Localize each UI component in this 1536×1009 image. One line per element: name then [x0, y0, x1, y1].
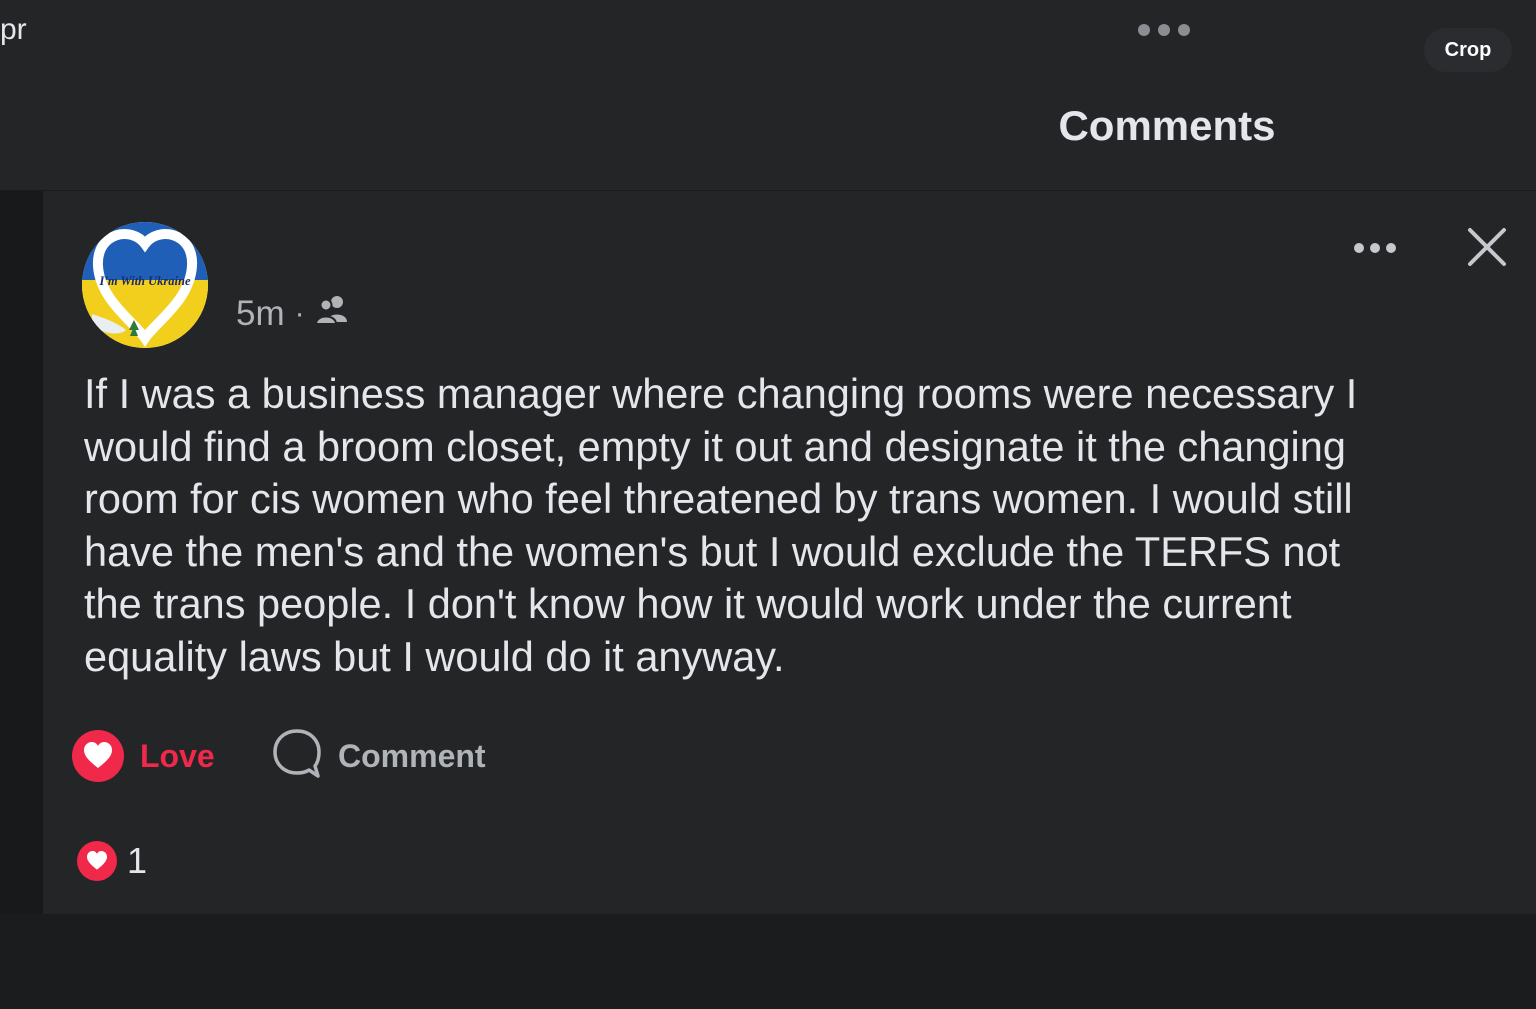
- ukraine-heart-avatar-icon: I'm With Ukraine: [82, 222, 208, 348]
- reaction-summary[interactable]: 1: [77, 840, 147, 882]
- post-body-text: If I was a business manager where changi…: [84, 370, 1358, 680]
- redacted-author-name: [222, 188, 632, 298]
- avatar[interactable]: I'm With Ukraine: [82, 222, 208, 348]
- love-label: Love: [140, 737, 215, 774]
- friends-icon: [314, 294, 351, 335]
- comment-label: Comment: [338, 737, 486, 774]
- meta-separator: ·: [294, 297, 305, 330]
- comment-bubble-icon: [272, 728, 322, 785]
- heart-icon: [72, 730, 124, 782]
- corner-text-fragment: pr: [0, 13, 27, 46]
- post-options-icon[interactable]: [1354, 238, 1400, 258]
- svg-text:I'm With Ukraine: I'm With Ukraine: [99, 274, 191, 288]
- close-icon[interactable]: [1464, 224, 1510, 270]
- post-time[interactable]: 5m: [236, 294, 285, 334]
- love-button[interactable]: Love: [72, 730, 215, 782]
- crop-button[interactable]: Crop: [1424, 28, 1512, 72]
- reaction-count: 1: [127, 840, 148, 881]
- post-meta: 5m ·: [236, 292, 351, 336]
- comment-button[interactable]: Comment: [272, 728, 486, 785]
- top-bar: pr Crop Comments: [0, 0, 1536, 191]
- heart-icon: [77, 841, 117, 881]
- bottom-background: [0, 914, 1536, 1009]
- left-gutter: [0, 191, 43, 914]
- page-title: Comments: [1058, 102, 1276, 149]
- more-horizontal-icon[interactable]: [1138, 22, 1198, 38]
